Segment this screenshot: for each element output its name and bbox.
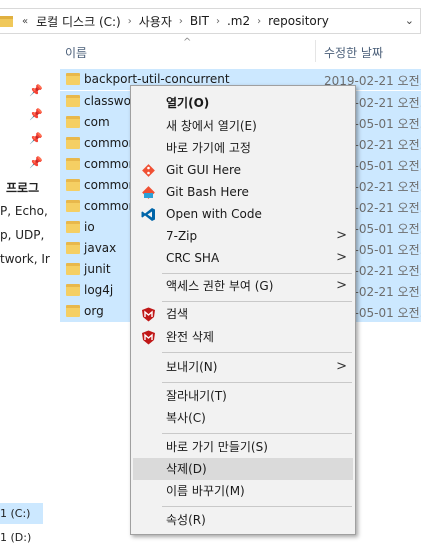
column-header-date[interactable]: 수정한 날짜 bbox=[324, 44, 383, 61]
file-name: log4j bbox=[84, 283, 114, 297]
folder-icon bbox=[66, 305, 80, 317]
chevron-right-icon: > bbox=[336, 250, 347, 265]
file-name: io bbox=[84, 220, 95, 234]
chevron-right-icon[interactable]: › bbox=[125, 16, 135, 27]
breadcrumb-users[interactable]: 사용자 bbox=[135, 13, 176, 30]
menu-item-open-with-code[interactable]: Open with Code bbox=[133, 203, 353, 225]
menu-separator bbox=[162, 301, 352, 302]
menu-item-label: 완전 삭제 bbox=[166, 330, 214, 344]
menu-separator bbox=[162, 352, 352, 353]
folder-icon bbox=[66, 137, 80, 149]
menu-item-open[interactable]: 열기(O) bbox=[133, 92, 353, 114]
column-header-row: 이름 ^ 수정한 날짜 bbox=[0, 37, 421, 62]
git-bash-icon bbox=[142, 186, 155, 199]
folder-icon bbox=[66, 263, 80, 275]
pin-icon: 📌 bbox=[29, 108, 43, 121]
menu-separator bbox=[162, 506, 352, 507]
menu-item-cut[interactable]: 잘라내기(T) bbox=[133, 385, 353, 407]
git-icon bbox=[142, 164, 155, 177]
folder-icon bbox=[66, 95, 80, 107]
menu-separator bbox=[162, 382, 352, 383]
nav-drive-c[interactable]: 1 (C:) bbox=[0, 503, 43, 524]
column-header-name[interactable]: 이름 bbox=[65, 44, 87, 61]
file-name: backport-util-concurrent bbox=[84, 72, 230, 86]
pin-icon: 📌 bbox=[29, 132, 43, 145]
menu-item-full-delete[interactable]: 완전 삭제 bbox=[133, 326, 353, 348]
folder-icon bbox=[66, 73, 80, 85]
mcafee-shield-icon bbox=[142, 330, 155, 345]
menu-item-rename[interactable]: 이름 바꾸기(M) bbox=[133, 480, 353, 502]
breadcrumb-bit[interactable]: BIT bbox=[186, 14, 213, 28]
pin-icon: 📌 bbox=[29, 84, 43, 97]
chevron-right-icon: > bbox=[336, 359, 347, 374]
column-divider[interactable] bbox=[315, 40, 316, 62]
menu-item-open-new-window[interactable]: 새 창에서 열기(E) bbox=[133, 115, 353, 137]
nav-item-network[interactable]: twork, Ir bbox=[0, 252, 50, 266]
menu-item-send-to[interactable]: 보내기(N) > bbox=[133, 356, 353, 378]
nav-item-udp[interactable]: p, UDP, bbox=[0, 228, 44, 242]
folder-icon bbox=[66, 200, 80, 212]
overflow-chevron[interactable]: « bbox=[18, 16, 32, 27]
folder-icon bbox=[66, 116, 80, 128]
file-name: javax bbox=[84, 241, 117, 255]
folder-icon bbox=[66, 179, 80, 191]
file-name: org bbox=[84, 304, 104, 318]
sort-ascending-icon: ^ bbox=[183, 37, 192, 48]
menu-item-label: CRC SHA bbox=[166, 251, 220, 265]
nav-item-echo[interactable]: P, Echo, bbox=[0, 204, 48, 218]
folder-icon bbox=[66, 221, 80, 233]
context-menu: 열기(O) 새 창에서 열기(E) 바로 가기에 고정 Git GUI Here… bbox=[130, 85, 356, 535]
breadcrumb-repository[interactable]: repository bbox=[264, 14, 333, 28]
menu-item-label: Git Bash Here bbox=[166, 185, 249, 199]
menu-item-label: 7-Zip bbox=[166, 229, 198, 243]
mcafee-shield-icon bbox=[142, 307, 155, 322]
pin-icon: 📌 bbox=[29, 156, 43, 169]
folder-icon bbox=[66, 242, 80, 254]
menu-separator bbox=[162, 433, 352, 434]
menu-item-pin-quick-access[interactable]: 바로 가기에 고정 bbox=[133, 137, 353, 159]
address-bar[interactable]: « 로컬 디스크 (C:) › 사용자 › BIT › .m2 › reposi… bbox=[0, 8, 421, 34]
chevron-right-icon: > bbox=[336, 278, 347, 293]
menu-item-crc-sha[interactable]: CRC SHA > bbox=[133, 247, 353, 269]
menu-item-git-bash[interactable]: Git Bash Here bbox=[133, 181, 353, 203]
menu-item-properties[interactable]: 속성(R) bbox=[133, 509, 353, 531]
chevron-right-icon[interactable]: › bbox=[176, 16, 186, 27]
menu-item-label: 액세스 권한 부여 (G) bbox=[166, 279, 274, 293]
menu-item-label: 검색 bbox=[166, 307, 189, 321]
folder-icon bbox=[66, 158, 80, 170]
file-name: junit bbox=[84, 262, 111, 276]
menu-item-copy[interactable]: 복사(C) bbox=[133, 407, 353, 429]
folder-icon bbox=[66, 284, 80, 296]
nav-item-programs[interactable]: 프로그 bbox=[6, 179, 39, 196]
chevron-right-icon[interactable]: › bbox=[213, 16, 223, 27]
chevron-right-icon[interactable]: › bbox=[254, 16, 264, 27]
chevron-right-icon: > bbox=[336, 228, 347, 243]
chevron-down-icon[interactable]: ⌄ bbox=[405, 14, 414, 27]
folder-icon bbox=[0, 15, 13, 27]
menu-item-delete[interactable]: 삭제(D) bbox=[133, 458, 353, 480]
menu-separator bbox=[162, 273, 352, 274]
menu-item-grant-access[interactable]: 액세스 권한 부여 (G) > bbox=[133, 275, 353, 297]
menu-item-git-gui[interactable]: Git GUI Here bbox=[133, 159, 353, 181]
file-name: com bbox=[84, 115, 110, 129]
menu-item-scan[interactable]: 검색 bbox=[133, 303, 353, 325]
menu-item-label: Git GUI Here bbox=[166, 163, 242, 177]
menu-item-label: Open with Code bbox=[166, 207, 262, 221]
nav-drive-d[interactable]: 1 (D:) bbox=[0, 527, 43, 548]
menu-item-7zip[interactable]: 7-Zip > bbox=[133, 225, 353, 247]
vscode-icon bbox=[141, 208, 155, 221]
breadcrumb-m2[interactable]: .m2 bbox=[223, 14, 254, 28]
menu-item-label: 보내기(N) bbox=[166, 360, 218, 374]
breadcrumb-local-disk[interactable]: 로컬 디스크 (C:) bbox=[32, 13, 125, 30]
menu-item-create-shortcut[interactable]: 바로 가기 만들기(S) bbox=[133, 436, 353, 458]
